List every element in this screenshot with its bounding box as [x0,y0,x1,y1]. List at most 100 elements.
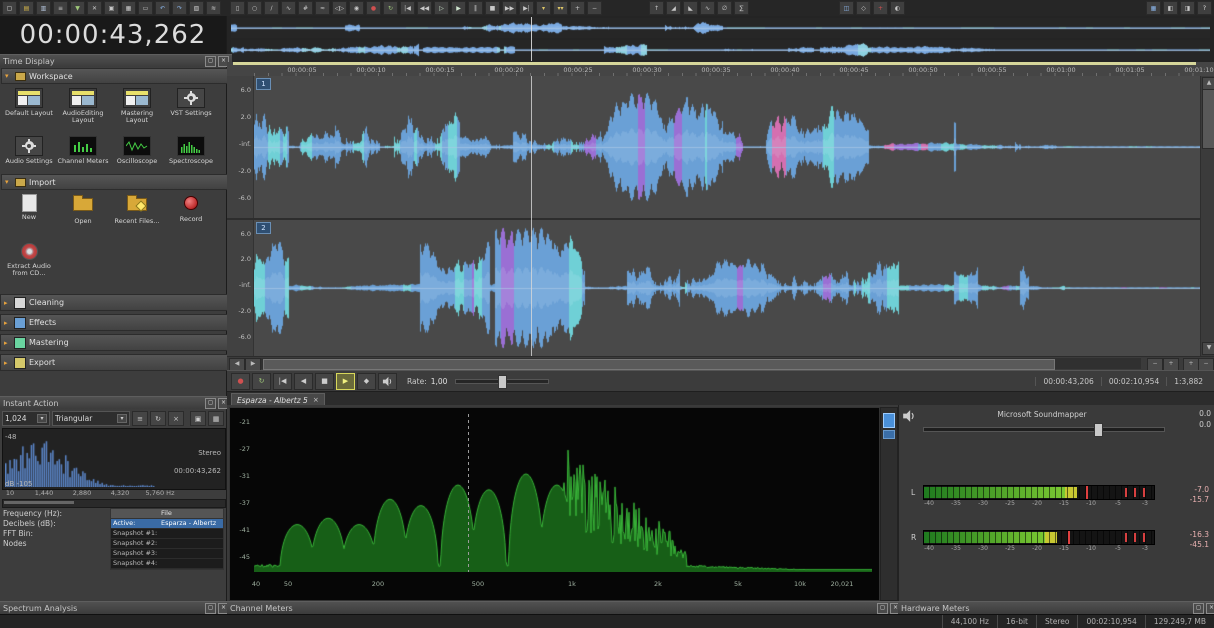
save-icon[interactable]: ▥ [36,1,51,15]
open-file-icon[interactable]: ▤ [19,1,34,15]
section-mastering[interactable]: ▸ Mastering [0,334,230,351]
action-record[interactable]: Record [164,190,218,238]
action-vst-settings[interactable]: VST Settings [164,84,218,132]
envelope-tool-icon[interactable]: ∿ [281,1,296,15]
channel-2-badge[interactable]: 2 [256,222,271,234]
scrollbar-thumb[interactable] [1202,89,1214,149]
play-button[interactable]: ▶ [336,372,355,390]
overview-strip[interactable] [227,16,1214,63]
trim-icon[interactable]: ▭ [138,1,153,15]
workspace-section-header[interactable]: ▾ Workspace [1,68,233,84]
overview-waveform-right[interactable] [231,40,1210,60]
grid-view-icon[interactable]: ▦ [208,411,224,426]
play-all-icon[interactable]: ▷ [434,1,449,15]
copy-icon[interactable]: ▣ [104,1,119,15]
loop-region-bar[interactable] [233,62,1196,65]
window-type-select[interactable]: Triangular ▾ [52,411,130,426]
action-channel-meters[interactable]: Channel Meters [56,132,110,180]
snap-toggle-icon[interactable]: # [298,1,313,15]
action-mastering-layout[interactable]: Mastering Layout [110,84,164,132]
selection-tool-icon[interactable]: ▯ [230,1,245,15]
rate-slider[interactable] [455,374,550,389]
magnify-icon[interactable]: ○ [247,1,262,15]
paste-icon[interactable]: ▦ [121,1,136,15]
waveform-channel-2[interactable] [254,220,1200,356]
mute-segment-icon[interactable]: ∅ [717,1,732,15]
invert-icon[interactable]: ∿ [700,1,715,15]
import-section-header[interactable]: ▾ Import [1,174,233,190]
loop-playback-icon[interactable]: ↻ [383,1,398,15]
go-to-end-icon[interactable]: ▶| [519,1,534,15]
clear-icon[interactable]: × [168,411,184,426]
pause-icon[interactable]: ‖ [468,1,483,15]
rewind-icon[interactable]: ◀◀ [417,1,432,15]
forward-icon[interactable]: ▶▶ [502,1,517,15]
help-icon[interactable]: ? [1197,1,1212,15]
snapshot-icon[interactable]: ▣ [190,411,206,426]
scrollbar-track[interactable] [261,358,1141,370]
action-new[interactable]: New [2,190,56,238]
undo-icon[interactable]: ↶ [155,1,170,15]
scrollbar-thumb[interactable] [263,359,1055,370]
refresh-icon[interactable]: ↻ [150,411,166,426]
import-file-icon[interactable]: ▼ [70,1,85,15]
playhead-cursor[interactable] [531,76,532,356]
go-to-start-button[interactable]: |◀ [273,372,292,390]
stop-icon[interactable]: ■ [485,1,500,15]
waveform-channel-1[interactable] [254,76,1200,218]
redo-icon[interactable]: ↷ [172,1,187,15]
gain-slider-thumb[interactable] [1094,423,1103,437]
snapshot-row[interactable]: Active: Esparza - Albertz [111,519,223,529]
overview-playhead[interactable] [531,17,532,61]
settings-icon[interactable]: ≡ [132,411,148,426]
channel-1-badge[interactable]: 1 [256,78,271,90]
scroll-down-icon[interactable]: ▼ [1202,342,1214,355]
section-cleaning[interactable]: ▸ Cleaning [0,294,230,311]
stop-button[interactable]: ■ [315,372,334,390]
meters-side-scrollbar[interactable] [880,407,898,601]
snapshot-row[interactable]: Snapshot #3: [111,549,223,559]
monitor-speaker-button[interactable] [378,372,397,390]
fft-size-select[interactable]: 1,024 ▾ [2,411,50,426]
record-button[interactable]: ● [231,372,250,390]
snapshot-row[interactable]: Snapshot #1: [111,529,223,539]
record-icon[interactable]: ● [366,1,381,15]
overview-waveform-left[interactable] [231,18,1210,38]
loop-playback-button[interactable]: ↻ [252,372,271,390]
spectrum-scrollbar[interactable] [2,499,226,508]
speaker-icon[interactable] [902,409,916,423]
scrub-button[interactable]: ◆ [357,372,376,390]
undock-icon[interactable]: ◻ [877,603,888,614]
go-to-start-icon[interactable]: |◀ [400,1,415,15]
section-export[interactable]: ▸ Export [0,354,230,371]
marker-insert-icon[interactable]: ▾ [536,1,551,15]
scrollbar-thumb[interactable] [4,501,74,504]
close-icon[interactable]: × [1206,603,1214,614]
plugin-chain-icon[interactable]: ◫ [839,1,854,15]
undock-icon[interactable]: ◻ [205,603,216,614]
action-spectroscope[interactable]: Spectroscope [164,132,218,180]
analyze-icon[interactable]: ◐ [890,1,905,15]
lock-icon[interactable]: ◉ [349,1,364,15]
timeline-ruler[interactable]: 00:00:05 00:00:10 00:00:15 00:00:20 00:00:25… [227,62,1214,77]
frequency-cursor[interactable] [468,414,469,572]
zoom-in-icon[interactable]: + [570,1,585,15]
preferences-icon[interactable]: ≋ [206,1,221,15]
horizontal-scrollbar[interactable]: ◀ ▶ − + + − [227,356,1214,371]
region-insert-icon[interactable]: ▾▾ [553,1,568,15]
vertical-scrollbar[interactable]: ▲ ▼ [1200,76,1214,356]
action-default-layout[interactable]: Default Layout [2,84,56,132]
section-effects[interactable]: ▸ Effects [0,314,230,331]
play-icon[interactable]: ▶ [451,1,466,15]
normalize-icon[interactable]: ↑ [649,1,664,15]
statistics-icon[interactable]: ∑ [734,1,749,15]
action-extract-audio-cd[interactable]: Extract Audio from CD... [2,238,56,286]
zoom-out-icon[interactable]: − [587,1,602,15]
close-tab-icon[interactable]: × [313,396,319,404]
rate-slider-thumb[interactable] [498,374,508,389]
output-gain-slider[interactable] [923,423,1165,437]
undock-icon[interactable]: ◻ [205,398,216,409]
undock-icon[interactable]: ◻ [205,56,216,67]
action-recent-files[interactable]: Recent Files... [110,190,164,238]
properties-icon[interactable]: ≡ [53,1,68,15]
